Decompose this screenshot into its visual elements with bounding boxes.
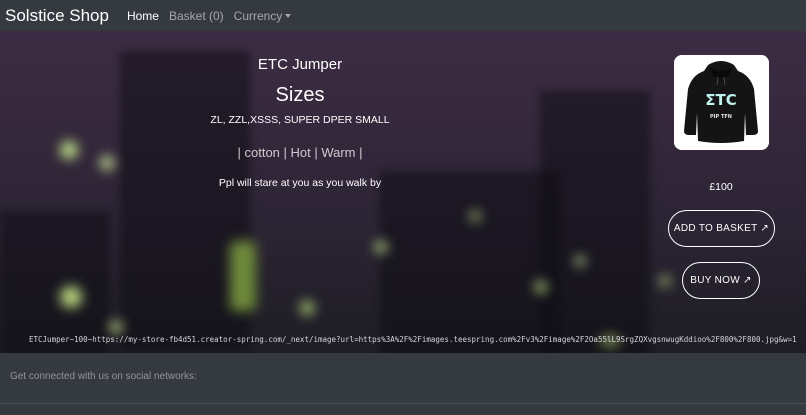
brand-link[interactable]: Solstice Shop [5,6,109,26]
product-tags: | cotton | Hot | Warm | [237,145,363,160]
product-name: ETC Jumper [257,56,343,73]
product-price: £100 [709,181,733,193]
currency-label: Currency [233,8,283,23]
sizes-heading: Sizes [275,84,325,106]
product-description: Ppl will stare at you as you walk by [218,177,382,189]
nav-home-link[interactable]: Home [127,9,159,23]
nav-basket-link[interactable]: Basket (0) [169,9,224,23]
nav-currency-dropdown[interactable]: Currency [234,9,292,23]
hoodie-image-icon: ΣTC PIP TFN [674,55,769,150]
caret-down-icon [285,14,292,19]
footer-divider [0,403,806,404]
add-to-basket-button[interactable]: ADD TO BASKET ↗ [668,210,775,247]
svg-text:PIP TFN: PIP TFN [710,114,732,120]
page-footer: Get connected with us on social networks… [0,353,806,415]
svg-text:ΣTC: ΣTC [705,91,737,109]
product-meta-string: ETCJumper~100~https://my-store-fb4d51.cr… [29,335,797,344]
sizes-list: ZL, ZZL,XSSS, SUPER DPER SMALL [210,114,390,126]
top-navbar: Solstice Shop Home Basket (0) Currency [0,0,806,31]
product-image: ΣTC PIP TFN [674,55,769,150]
product-hero: ETC Jumper Sizes ZL, ZZL,XSSS, SUPER DPE… [0,31,806,353]
buy-now-button[interactable]: BUY NOW ↗ [682,262,760,299]
footer-social-text: Get connected with us on social networks… [10,371,197,382]
